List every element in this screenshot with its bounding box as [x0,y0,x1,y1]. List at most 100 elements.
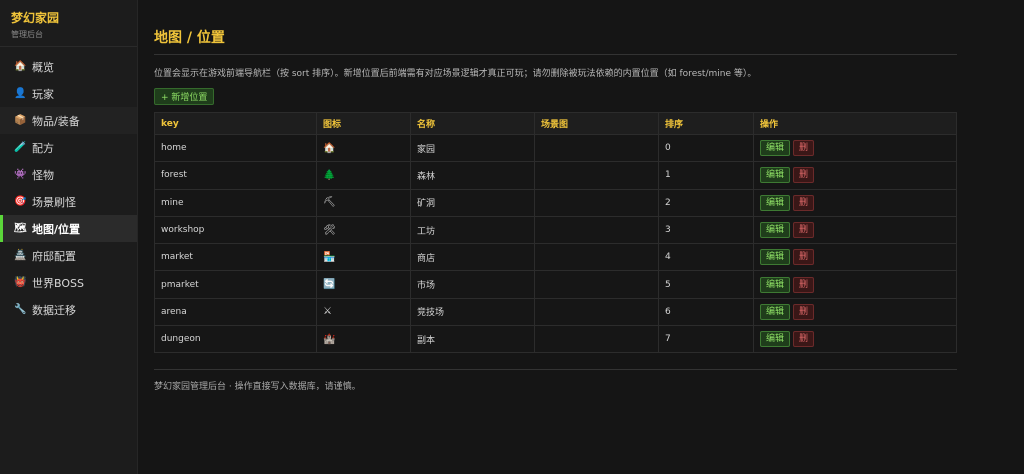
tree-icon: 🌲 [316,161,411,190]
user-icon: 👤 [14,87,27,99]
edit-button[interactable]: 编辑 [760,194,791,211]
delete-button[interactable]: 删 [793,331,815,348]
cell-key: workshop [154,215,317,245]
cell-sort: 4 [658,243,754,272]
cell-sort: 5 [658,270,754,299]
table-row: mine ⛏ 矿洞 2 编辑删 [154,188,957,217]
sidebar-item-recipes[interactable]: 🧪 配方 [0,134,137,161]
delete-button[interactable]: 删 [793,303,815,320]
map-icon: 🗺 [14,222,27,234]
cell-name: 商店 [410,243,535,272]
home-icon: 🏠 [14,60,27,72]
delete-button[interactable]: 删 [793,276,815,293]
cell-actions: 编辑删 [753,188,957,217]
cell-sort: 2 [658,188,754,217]
cell-sort: 6 [658,297,754,327]
sidebar-item-label: 玩家 [32,87,54,101]
sidebar-item-spawns[interactable]: 🎯 场景刷怪 [0,188,137,215]
table-row: arena ⚔ 竞技场 6 编辑删 [154,297,957,327]
table-row: market 🏪 商店 4 编辑删 [154,243,957,272]
delete-button[interactable]: 删 [793,222,815,239]
cell-name: 工坊 [410,215,535,245]
cell-name: 森林 [410,161,535,190]
table-row: home 🏠 家园 0 编辑删 [154,133,957,163]
package-icon: 📦 [14,114,27,126]
cell-name: 副本 [410,325,535,354]
brand: 梦幻家园 管理后台 [0,0,137,47]
main-content: 地图 / 位置 位置会显示在游戏前端导航栏（按 sort 排序）。新增位置后前端… [154,0,957,354]
sidebar-item-label: 场景刷怪 [32,195,76,209]
exchange-icon: 🔄 [316,270,411,299]
cell-actions: 编辑删 [753,243,957,272]
sidebar-item-migration[interactable]: 🔧 数据迁移 [0,296,137,323]
edit-button[interactable]: 编辑 [760,249,791,266]
delete-button[interactable]: 删 [793,249,815,266]
column-header-actions: 操作 [753,112,957,135]
mansion-icon: 🏯 [14,249,27,261]
cell-key: arena [154,297,317,327]
cell-scene [534,243,659,272]
flask-icon: 🧪 [14,141,27,153]
cell-sort: 3 [658,215,754,245]
sidebar-item-mansion[interactable]: 🏯 府邸配置 [0,242,137,269]
add-location-button[interactable]: + 新增位置 [154,88,215,105]
table-header-row: key 图标 名称 场景图 排序 操作 [154,112,957,135]
brand-title: 梦幻家园 [11,11,60,25]
sidebar-item-label: 府邸配置 [32,249,76,263]
cell-actions: 编辑删 [753,133,957,163]
delete-button[interactable]: 删 [793,194,815,211]
delete-button[interactable]: 删 [793,140,815,157]
column-header-name: 名称 [410,112,535,135]
tools-icon: 🛠 [316,215,411,245]
edit-button[interactable]: 编辑 [760,303,791,320]
castle-icon: 🏰 [316,325,411,354]
sidebar-item-world-boss[interactable]: 👹 世界BOSS [0,269,137,296]
table-row: pmarket 🔄 市场 5 编辑删 [154,270,957,299]
sidebar: 梦幻家园 管理后台 🏠 概览 👤 玩家 📦 物品/装备 🧪 配方 👾 怪物 🎯 … [0,0,138,474]
sidebar-item-items[interactable]: 📦 物品/装备 [0,107,137,134]
sidebar-item-label: 物品/装备 [32,114,80,128]
cell-name: 竞技场 [410,297,535,327]
edit-button[interactable]: 编辑 [760,222,791,239]
cell-key: dungeon [154,325,317,354]
cell-name: 矿洞 [410,188,535,217]
cell-key: forest [154,161,317,190]
sidebar-item-label: 配方 [32,141,54,155]
cell-actions: 编辑删 [753,215,957,245]
cell-scene [534,188,659,217]
sidebar-item-players[interactable]: 👤 玩家 [0,80,137,107]
target-icon: 🎯 [14,195,27,207]
edit-button[interactable]: 编辑 [760,331,791,348]
column-header-key: key [154,112,317,135]
page-title: 地图 / 位置 [154,27,957,55]
locations-table: key 图标 名称 场景图 排序 操作 home 🏠 家园 0 编辑删 fore… [154,112,957,354]
cell-scene [534,297,659,327]
sidebar-item-label: 概览 [32,60,54,74]
cell-key: mine [154,188,317,217]
cell-key: pmarket [154,270,317,299]
column-header-scene: 场景图 [534,112,659,135]
sidebar-item-map[interactable]: 🗺 地图/位置 [0,215,137,242]
column-header-sort: 排序 [658,112,754,135]
sidebar-item-label: 地图/位置 [32,222,81,236]
sidebar-nav: 🏠 概览 👤 玩家 📦 物品/装备 🧪 配方 👾 怪物 🎯 场景刷怪 🗺 地图/… [0,53,137,323]
ogre-icon: 👹 [14,276,27,288]
monster-icon: 👾 [14,168,27,180]
edit-button[interactable]: 编辑 [760,140,791,157]
cell-scene [534,325,659,354]
cell-key: market [154,243,317,272]
sidebar-item-monsters[interactable]: 👾 怪物 [0,161,137,188]
edit-button[interactable]: 编辑 [760,167,791,184]
footer: 梦幻家园管理后台 · 操作直接写入数据库，请谨慎。 [154,369,957,392]
sidebar-item-overview[interactable]: 🏠 概览 [0,53,137,80]
shop-icon: 🏪 [316,243,411,272]
cell-scene [534,133,659,163]
cell-sort: 0 [658,133,754,163]
notice-text: 位置会显示在游戏前端导航栏（按 sort 排序）。新增位置后前端需有对应场景逻辑… [154,69,757,79]
cell-sort: 1 [658,161,754,190]
delete-button[interactable]: 删 [793,167,815,184]
edit-button[interactable]: 编辑 [760,276,791,293]
wrench-icon: 🔧 [14,303,27,315]
table-row: workshop 🛠 工坊 3 编辑删 [154,215,957,245]
brand-subtitle: 管理后台 [11,30,43,39]
